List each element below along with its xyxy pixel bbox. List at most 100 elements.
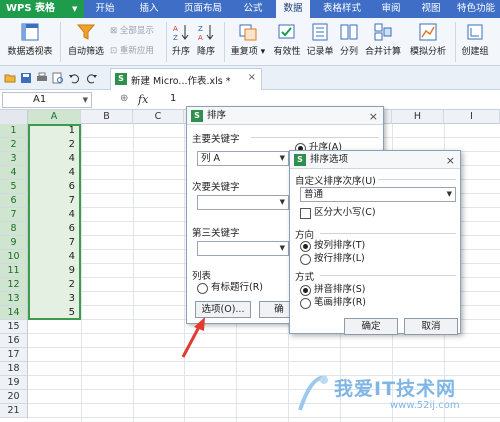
table-cell[interactable]: 2 <box>28 278 79 292</box>
case-sensitive-label: 区分大小写(C) <box>314 207 376 218</box>
tab-page-layout[interactable]: 页面布局 <box>176 0 230 18</box>
spreadsheet-file-icon: S <box>115 73 127 85</box>
row-header[interactable]: 21 <box>0 404 28 418</box>
row-header[interactable]: 15 <box>0 320 28 334</box>
row-header[interactable]: 13 <box>0 292 28 306</box>
table-cell[interactable]: 7 <box>28 194 79 208</box>
table-cell[interactable]: 6 <box>28 222 79 236</box>
redo-icon[interactable] <box>86 72 98 84</box>
table-cell[interactable]: 5 <box>28 306 79 320</box>
options-ok-button[interactable]: 确定 <box>344 318 398 335</box>
sort-dialog-title: 排序 <box>207 110 227 121</box>
save-icon[interactable] <box>20 72 32 84</box>
table-cell[interactable]: 4 <box>28 152 79 166</box>
chevron-down-icon[interactable]: ▼ <box>83 93 88 107</box>
by-column-radio[interactable]: 按列排序(T) <box>300 240 365 252</box>
row-header[interactable]: 17 <box>0 348 28 362</box>
close-icon[interactable]: × <box>446 152 455 170</box>
sort-options-titlebar[interactable]: S 排序选项 × <box>290 151 460 169</box>
has-header-radio[interactable]: 有标题行(R) <box>197 282 263 294</box>
row-header[interactable]: 11 <box>0 264 28 278</box>
row-header[interactable]: 20 <box>0 390 28 404</box>
custom-order-select[interactable]: 普通 ▼ <box>300 187 456 202</box>
column-header[interactable]: A <box>28 110 81 124</box>
tab-home[interactable]: 开始 <box>88 0 122 18</box>
row-header[interactable]: 9 <box>0 236 28 250</box>
name-box[interactable]: A1 ▼ <box>2 92 92 108</box>
row-header[interactable]: 16 <box>0 334 28 348</box>
print-preview-icon[interactable] <box>52 72 64 84</box>
document-tab[interactable]: S 新建 Micro...作表.xls * × <box>110 68 262 90</box>
primary-key-select[interactable]: 列 A ▼ <box>197 151 289 166</box>
tab-special[interactable]: 特色功能 <box>452 0 500 18</box>
tab-data[interactable]: 数据 <box>276 0 310 18</box>
table-cell[interactable]: 4 <box>28 208 79 222</box>
function-icon[interactable]: fx <box>138 93 148 106</box>
secondary-key-select[interactable]: ▼ <box>197 195 289 210</box>
sort-dialog-titlebar[interactable]: S 排序 × <box>187 107 383 125</box>
table-cell[interactable]: 7 <box>28 236 79 250</box>
table-cell[interactable]: 4 <box>28 166 79 180</box>
table-cell[interactable]: 1 <box>28 124 79 138</box>
row-header[interactable]: 18 <box>0 362 28 376</box>
table-cell[interactable]: 2 <box>28 138 79 152</box>
case-sensitive-checkbox[interactable]: 区分大小写(C) <box>300 207 376 219</box>
column-header[interactable]: H <box>392 110 444 124</box>
row-header[interactable]: 19 <box>0 376 28 390</box>
row-header[interactable]: 10 <box>0 250 28 264</box>
row-header[interactable]: 2 <box>0 138 28 152</box>
close-icon[interactable]: × <box>369 108 378 126</box>
by-row-radio[interactable]: 按行排序(L) <box>300 253 365 265</box>
autofilter-button[interactable]: 自动筛选 <box>64 20 108 57</box>
row-header[interactable]: 7 <box>0 208 28 222</box>
create-group-button[interactable]: 创建组 <box>458 20 492 57</box>
reapply-button[interactable]: ⊡ 重新应用 <box>110 44 154 56</box>
column-header[interactable]: B <box>81 110 133 124</box>
stroke-sort-radio[interactable]: 笔画排序(R) <box>300 297 366 309</box>
tab-review[interactable]: 审阅 <box>374 0 408 18</box>
table-cell[interactable]: 4 <box>28 250 79 264</box>
pivot-table-button[interactable]: 数据透视表 <box>4 20 56 57</box>
app-menu-button[interactable]: WPS 表格 ▼ <box>0 0 84 18</box>
column-header[interactable]: I <box>444 110 500 124</box>
select-all-corner[interactable] <box>0 110 28 124</box>
row-header[interactable]: 14 <box>0 306 28 320</box>
row-header[interactable]: 5 <box>0 180 28 194</box>
tab-insert[interactable]: 插入 <box>132 0 166 18</box>
split-columns-button[interactable]: 分列 <box>338 20 360 57</box>
row-header[interactable]: 6 <box>0 194 28 208</box>
sort-descending-button[interactable]: ZA 降序 <box>195 20 217 57</box>
undo-icon[interactable] <box>68 72 80 84</box>
tab-formulas[interactable]: 公式 <box>236 0 270 18</box>
close-icon[interactable]: × <box>248 72 256 83</box>
simulate-analysis-button[interactable]: 模拟分析 <box>406 20 450 57</box>
tab-table-style[interactable]: 表格样式 <box>316 0 368 18</box>
record-form-button[interactable]: 记录单 <box>305 20 335 57</box>
third-key-select[interactable]: ▼ <box>197 241 289 256</box>
method-label: 方式 <box>295 272 315 283</box>
zoom-icon[interactable]: ⊕ <box>120 93 128 104</box>
options-cancel-button[interactable]: 取消 <box>404 318 458 335</box>
pinyin-sort-radio[interactable]: 拼音排序(S) <box>300 284 365 296</box>
row-header[interactable]: 12 <box>0 278 28 292</box>
ribbon-divider <box>166 22 167 62</box>
formula-input[interactable]: 1 <box>170 93 176 104</box>
duplicates-icon <box>239 24 257 41</box>
row-header[interactable]: 1 <box>0 124 28 138</box>
row-header[interactable]: 4 <box>0 166 28 180</box>
table-cell[interactable]: 6 <box>28 180 79 194</box>
duplicates-button[interactable]: 重复项 ▾ <box>228 20 268 57</box>
row-header[interactable]: 8 <box>0 222 28 236</box>
validity-button[interactable]: 有效性 <box>272 20 302 57</box>
print-icon[interactable] <box>36 72 48 84</box>
table-cell[interactable]: 9 <box>28 264 79 278</box>
column-header[interactable]: C <box>133 110 184 124</box>
row-header[interactable]: 3 <box>0 152 28 166</box>
grid-line <box>28 347 500 348</box>
show-all-button[interactable]: ⊠ 全部显示 <box>110 24 154 36</box>
open-folder-icon[interactable] <box>4 72 16 84</box>
table-cell[interactable]: 3 <box>28 292 79 306</box>
consolidate-button[interactable]: 合并计算 <box>363 20 403 57</box>
tab-view[interactable]: 视图 <box>414 0 448 18</box>
sort-ascending-button[interactable]: AZ 升序 <box>170 20 192 57</box>
